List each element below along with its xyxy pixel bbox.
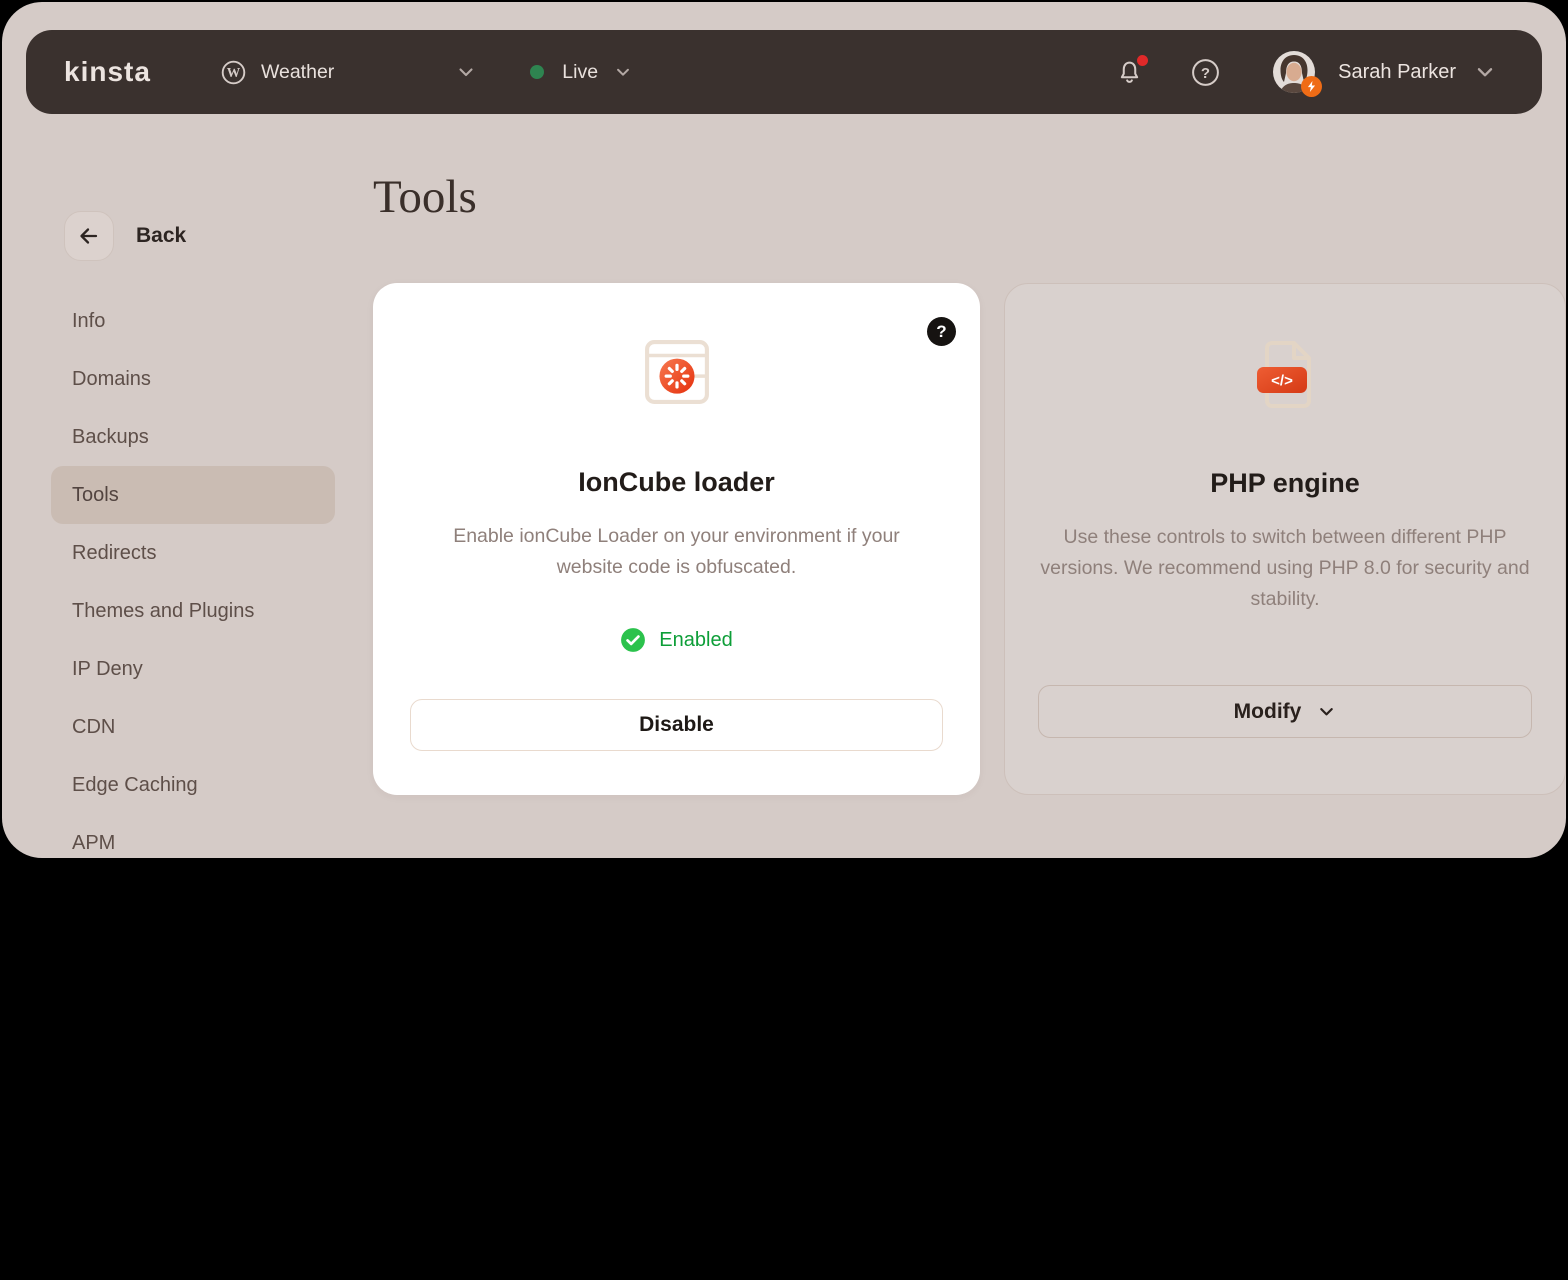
wordpress-icon: W — [221, 60, 246, 85]
back-label: Back — [136, 224, 186, 248]
sidebar-item-themes-and-plugins[interactable]: Themes and Plugins — [51, 582, 335, 640]
card-help-icon[interactable]: ? — [927, 317, 956, 346]
status-badge: Enabled — [620, 627, 732, 653]
sidebar-item-tools[interactable]: Tools — [51, 466, 335, 524]
php-engine-icon: </> — [1253, 340, 1317, 406]
sidebar-nav: Info Domains Backups Tools Redirects The… — [51, 292, 335, 858]
site-name: Weather — [261, 61, 334, 84]
status-label: Enabled — [659, 629, 732, 652]
arrow-left-icon[interactable] — [64, 211, 114, 261]
page-title: Tools — [373, 170, 477, 224]
site-switcher[interactable]: W Weather — [221, 60, 476, 85]
sidebar-item-domains[interactable]: Domains — [51, 350, 335, 408]
card-title: PHP engine — [1210, 468, 1360, 499]
help-button[interactable]: ? — [1191, 58, 1220, 87]
card-description: Enable ionCube Loader on your environmen… — [424, 521, 929, 583]
kinsta-logo[interactable]: kinsta — [64, 56, 151, 88]
chevron-down-icon — [456, 62, 476, 82]
card-description: Use these controls to switch between dif… — [1033, 522, 1538, 615]
user-name: Sarah Parker — [1338, 61, 1456, 84]
unread-notification-dot — [1137, 55, 1148, 66]
sidebar-item-redirects[interactable]: Redirects — [51, 524, 335, 582]
sidebar-item-apm[interactable]: APM — [51, 814, 335, 858]
back-button[interactable]: Back — [64, 211, 186, 261]
tools-cards: ? — [373, 283, 1566, 795]
live-status-dot — [530, 65, 544, 79]
environment-name: Live — [562, 61, 598, 84]
user-avatar[interactable] — [1272, 50, 1316, 94]
disable-button[interactable]: Disable — [410, 699, 943, 751]
php-engine-card: </> PHP engine Use these controls to swi… — [1004, 283, 1566, 795]
ioncube-loader-icon — [644, 339, 710, 405]
sidebar-item-info[interactable]: Info — [51, 292, 335, 350]
modify-label: Modify — [1234, 700, 1302, 724]
modify-button[interactable]: Modify — [1038, 685, 1532, 738]
sidebar-item-ip-deny[interactable]: IP Deny — [51, 640, 335, 698]
question-icon: ? — [1191, 58, 1220, 87]
sidebar-item-cdn[interactable]: CDN — [51, 698, 335, 756]
svg-text:W: W — [227, 65, 241, 80]
sidebar-item-backups[interactable]: Backups — [51, 408, 335, 466]
chevron-down-icon — [1317, 702, 1336, 721]
chevron-down-icon[interactable] — [1474, 61, 1496, 83]
ioncube-loader-card: ? — [373, 283, 980, 795]
svg-text:?: ? — [1201, 65, 1210, 82]
svg-text:</>: </> — [1271, 373, 1293, 390]
topbar: kinsta W Weather Live — [26, 30, 1542, 114]
lightning-badge-icon — [1301, 76, 1322, 97]
card-title: IonCube loader — [578, 467, 775, 498]
chevron-down-icon — [614, 63, 632, 81]
app-window: kinsta W Weather Live — [2, 2, 1566, 858]
check-circle-icon — [620, 627, 646, 653]
topbar-actions: ? Sarah Parker — [1116, 50, 1496, 94]
sidebar-item-edge-caching[interactable]: Edge Caching — [51, 756, 335, 814]
environment-selector[interactable]: Live — [530, 61, 632, 84]
notifications-button[interactable] — [1116, 59, 1143, 86]
